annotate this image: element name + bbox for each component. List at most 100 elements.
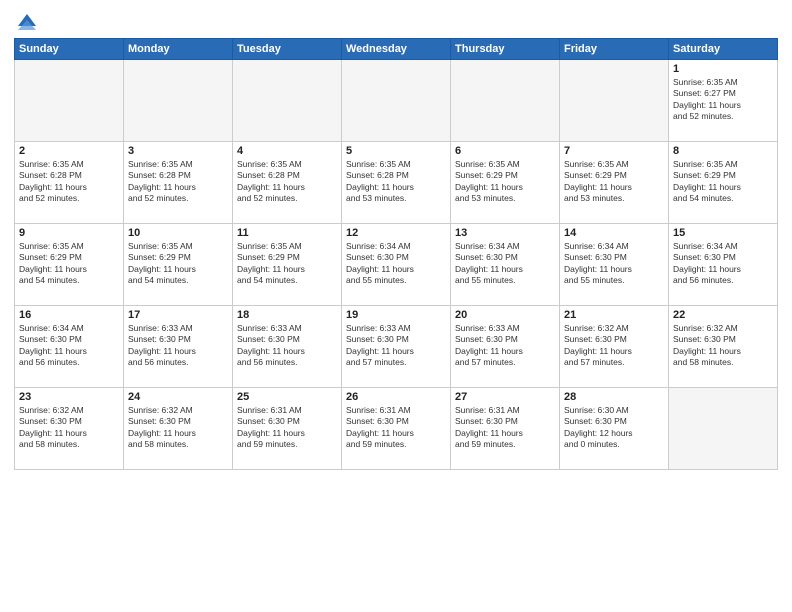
header-monday: Monday xyxy=(124,39,233,60)
header-saturday: Saturday xyxy=(669,39,778,60)
day-number: 25 xyxy=(237,391,337,403)
day-info: Sunrise: 6:32 AM Sunset: 6:30 PM Dayligh… xyxy=(19,405,119,451)
day-number: 11 xyxy=(237,227,337,239)
day-number: 28 xyxy=(564,391,664,403)
calendar-cell: 15 Sunrise: 6:34 AM Sunset: 6:30 PM Dayli… xyxy=(669,224,778,306)
calendar-cell: 21 Sunrise: 6:32 AM Sunset: 6:30 PM Dayli… xyxy=(560,306,669,388)
calendar-cell: 20 Sunrise: 6:33 AM Sunset: 6:30 PM Dayli… xyxy=(451,306,560,388)
calendar-cell: 5 Sunrise: 6:35 AM Sunset: 6:28 PM Daylig… xyxy=(342,142,451,224)
day-number: 15 xyxy=(673,227,773,239)
calendar-cell: 4 Sunrise: 6:35 AM Sunset: 6:28 PM Daylig… xyxy=(233,142,342,224)
calendar-cell xyxy=(233,60,342,142)
calendar-cell: 10 Sunrise: 6:35 AM Sunset: 6:29 PM Dayli… xyxy=(124,224,233,306)
calendar-cell: 13Sunrise: 6:34 AM Sunset: 6:30 PM Dayli… xyxy=(451,224,560,306)
day-number: 3 xyxy=(128,145,228,157)
day-info: Sunrise: 6:35 AM Sunset: 6:29 PM Dayligh… xyxy=(237,241,337,287)
calendar-cell: 3 Sunrise: 6:35 AM Sunset: 6:28 PM Daylig… xyxy=(124,142,233,224)
day-number: 5 xyxy=(346,145,446,157)
header-sunday: Sunday xyxy=(15,39,124,60)
day-number: 12 xyxy=(346,227,446,239)
calendar-cell: 11 Sunrise: 6:35 AM Sunset: 6:29 PM Dayli… xyxy=(233,224,342,306)
day-info: Sunrise: 6:30 AM Sunset: 6:30 PM Dayligh… xyxy=(564,405,664,451)
header-thursday: Thursday xyxy=(451,39,560,60)
calendar-cell: 26 Sunrise: 6:31 AM Sunset: 6:30 PM Dayli… xyxy=(342,388,451,470)
calendar-week-3: 16 Sunrise: 6:34 AM Sunset: 6:30 PM Dayli… xyxy=(15,306,778,388)
day-info: Sunrise: 6:31 AM Sunset: 6:30 PM Dayligh… xyxy=(346,405,446,451)
calendar-cell: 17 Sunrise: 6:33 AM Sunset: 6:30 PM Dayli… xyxy=(124,306,233,388)
day-number: 18 xyxy=(237,309,337,321)
calendar-cell xyxy=(451,60,560,142)
calendar-week-4: 23 Sunrise: 6:32 AM Sunset: 6:30 PM Dayli… xyxy=(15,388,778,470)
day-info: Sunrise: 6:35 AM Sunset: 6:28 PM Dayligh… xyxy=(237,159,337,205)
calendar-cell: 12 Sunrise: 6:34 AM Sunset: 6:30 PM Dayli… xyxy=(342,224,451,306)
calendar-cell: 2 Sunrise: 6:35 AM Sunset: 6:28 PM Daylig… xyxy=(15,142,124,224)
day-info: Sunrise: 6:35 AM Sunset: 6:28 PM Dayligh… xyxy=(19,159,119,205)
day-info: Sunrise: 6:35 AM Sunset: 6:28 PM Dayligh… xyxy=(346,159,446,205)
day-number: 9 xyxy=(19,227,119,239)
calendar-header-row: SundayMondayTuesdayWednesdayThursdayFrid… xyxy=(15,39,778,60)
day-number: 7 xyxy=(564,145,664,157)
calendar-cell: 19 Sunrise: 6:33 AM Sunset: 6:30 PM Dayli… xyxy=(342,306,451,388)
day-number: 4 xyxy=(237,145,337,157)
day-number: 27 xyxy=(455,391,555,403)
day-info: Sunrise: 6:32 AM Sunset: 6:30 PM Dayligh… xyxy=(564,323,664,369)
day-number: 6 xyxy=(455,145,555,157)
day-info: Sunrise: 6:32 AM Sunset: 6:30 PM Dayligh… xyxy=(673,323,773,369)
logo xyxy=(14,10,38,32)
day-info: Sunrise: 6:33 AM Sunset: 6:30 PM Dayligh… xyxy=(455,323,555,369)
calendar-cell: 24 Sunrise: 6:32 AM Sunset: 6:30 PM Dayli… xyxy=(124,388,233,470)
day-number: 13 xyxy=(455,227,555,239)
day-info: Sunrise: 6:34 AM Sunset: 6:30 PM Dayligh… xyxy=(564,241,664,287)
calendar-cell: 14 Sunrise: 6:34 AM Sunset: 6:30 PM Dayli… xyxy=(560,224,669,306)
calendar-cell xyxy=(124,60,233,142)
calendar-cell: 8 Sunrise: 6:35 AM Sunset: 6:29 PM Daylig… xyxy=(669,142,778,224)
day-info: Sunrise: 6:33 AM Sunset: 6:30 PM Dayligh… xyxy=(237,323,337,369)
calendar-cell: 1Sunrise: 6:35 AM Sunset: 6:27 PM Daylig… xyxy=(669,60,778,142)
day-info: Sunrise: 6:32 AM Sunset: 6:30 PM Dayligh… xyxy=(128,405,228,451)
day-info: Sunrise: 6:34 AM Sunset: 6:30 PM Dayligh… xyxy=(346,241,446,287)
header-friday: Friday xyxy=(560,39,669,60)
calendar-cell xyxy=(15,60,124,142)
day-number: 17 xyxy=(128,309,228,321)
day-info: Sunrise: 6:33 AM Sunset: 6:30 PM Dayligh… xyxy=(128,323,228,369)
day-info: Sunrise: 6:35 AM Sunset: 6:27 PM Dayligh… xyxy=(673,77,773,123)
calendar-cell: 16 Sunrise: 6:34 AM Sunset: 6:30 PM Dayli… xyxy=(15,306,124,388)
day-number: 8 xyxy=(673,145,773,157)
day-number: 22 xyxy=(673,309,773,321)
calendar-cell: 28 Sunrise: 6:30 AM Sunset: 6:30 PM Dayli… xyxy=(560,388,669,470)
day-info: Sunrise: 6:31 AM Sunset: 6:30 PM Dayligh… xyxy=(237,405,337,451)
calendar-cell: 7Sunrise: 6:35 AM Sunset: 6:29 PM Daylig… xyxy=(560,142,669,224)
day-info: Sunrise: 6:35 AM Sunset: 6:29 PM Dayligh… xyxy=(128,241,228,287)
day-number: 14 xyxy=(564,227,664,239)
day-number: 10 xyxy=(128,227,228,239)
day-number: 23 xyxy=(19,391,119,403)
calendar-cell: 22 Sunrise: 6:32 AM Sunset: 6:30 PM Dayli… xyxy=(669,306,778,388)
calendar-cell xyxy=(669,388,778,470)
header-tuesday: Tuesday xyxy=(233,39,342,60)
day-number: 2 xyxy=(19,145,119,157)
day-info: Sunrise: 6:35 AM Sunset: 6:29 PM Dayligh… xyxy=(673,159,773,205)
day-number: 16 xyxy=(19,309,119,321)
day-info: Sunrise: 6:35 AM Sunset: 6:28 PM Dayligh… xyxy=(128,159,228,205)
calendar-cell xyxy=(560,60,669,142)
calendar-cell: 6 Sunrise: 6:35 AM Sunset: 6:29 PM Daylig… xyxy=(451,142,560,224)
page: SundayMondayTuesdayWednesdayThursdayFrid… xyxy=(0,0,792,612)
day-info: Sunrise: 6:34 AM Sunset: 6:30 PM Dayligh… xyxy=(673,241,773,287)
day-info: Sunrise: 6:34 AM Sunset: 6:30 PM Dayligh… xyxy=(19,323,119,369)
calendar-week-1: 2 Sunrise: 6:35 AM Sunset: 6:28 PM Daylig… xyxy=(15,142,778,224)
day-number: 21 xyxy=(564,309,664,321)
day-number: 20 xyxy=(455,309,555,321)
calendar-week-0: 1Sunrise: 6:35 AM Sunset: 6:27 PM Daylig… xyxy=(15,60,778,142)
calendar-week-2: 9 Sunrise: 6:35 AM Sunset: 6:29 PM Daylig… xyxy=(15,224,778,306)
day-number: 24 xyxy=(128,391,228,403)
calendar-cell: 23 Sunrise: 6:32 AM Sunset: 6:30 PM Dayli… xyxy=(15,388,124,470)
day-info: Sunrise: 6:33 AM Sunset: 6:30 PM Dayligh… xyxy=(346,323,446,369)
calendar-cell: 9Sunrise: 6:35 AM Sunset: 6:29 PM Daylig… xyxy=(15,224,124,306)
calendar-table: SundayMondayTuesdayWednesdayThursdayFrid… xyxy=(14,38,778,470)
day-number: 19 xyxy=(346,309,446,321)
calendar-cell xyxy=(342,60,451,142)
day-info: Sunrise: 6:31 AM Sunset: 6:30 PM Dayligh… xyxy=(455,405,555,451)
day-info: Sunrise: 6:35 AM Sunset: 6:29 PM Dayligh… xyxy=(455,159,555,205)
day-number: 26 xyxy=(346,391,446,403)
logo-icon xyxy=(16,10,38,32)
